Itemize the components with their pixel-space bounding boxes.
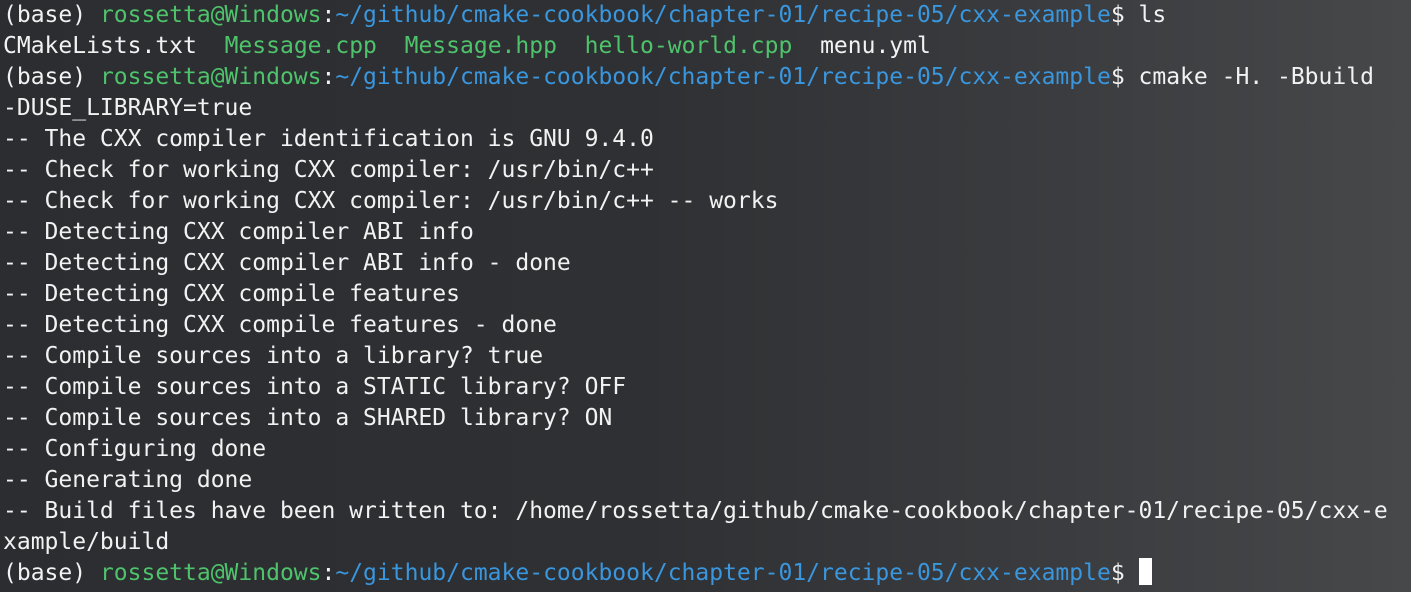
output-line: -- Check for working CXX compiler: /usr/… [3, 157, 654, 183]
prompt-colon: : [321, 64, 336, 90]
user-host: rossetta@Windows [99, 560, 322, 586]
prompt-dollar: $ [1110, 64, 1139, 90]
output-line: -- Compile sources into a SHARED library… [3, 405, 613, 431]
command-text: ls [1138, 2, 1167, 28]
file-entry: Message.cpp [224, 33, 377, 59]
output-line: -- Detecting CXX compile features - done [3, 312, 557, 338]
output-line: -- Build files have been written to: /ho… [3, 498, 1388, 524]
text-cursor[interactable] [1138, 558, 1152, 585]
prompt-colon: : [321, 2, 336, 28]
file-entry: hello-world.cpp [584, 33, 793, 59]
file-entry: Message.hpp [404, 33, 557, 59]
ls-output-line: CMakeLists.txt Message.cpp Message.hpp h… [3, 31, 1408, 62]
current-directory: ~/github/cmake-cookbook/chapter-01/recip… [335, 560, 1111, 586]
output-line: -- Compile sources into a STATIC library… [3, 374, 627, 400]
conda-env-label: (base) [3, 64, 100, 90]
prompt-dollar: $ [1110, 2, 1139, 28]
output-line: -- The CXX compiler identification is GN… [3, 126, 654, 152]
command-text: cmake -H. -Bbuild [1138, 64, 1374, 90]
terminal-window[interactable]: (base) rossetta@Windows:~/github/cmake-c… [3, 0, 1408, 592]
output-line: -- Generating done [3, 467, 253, 493]
current-directory: ~/github/cmake-cookbook/chapter-01/recip… [335, 2, 1111, 28]
file-entry: menu.yml [820, 33, 931, 59]
output-line: -- Detecting CXX compiler ABI info - don… [3, 250, 571, 276]
file-entry: CMakeLists.txt [3, 33, 197, 59]
output-line: -- Check for working CXX compiler: /usr/… [3, 188, 779, 214]
output-line: -- Detecting CXX compile features [3, 281, 460, 307]
command-continuation: -DUSE_LIBRARY=true [3, 95, 253, 121]
prompt-line: (base) rossetta@Windows:~/github/cmake-c… [3, 62, 1408, 93]
prompt-dollar: $ [1110, 560, 1139, 586]
conda-env-label: (base) [3, 560, 100, 586]
output-line: xample/build [3, 529, 170, 555]
output-line: -- Configuring done [3, 436, 267, 462]
prompt-line: (base) rossetta@Windows:~/github/cmake-c… [3, 0, 1408, 31]
current-directory: ~/github/cmake-cookbook/chapter-01/recip… [335, 64, 1111, 90]
prompt-colon: : [321, 560, 336, 586]
output-line: -- Compile sources into a library? true [3, 343, 544, 369]
active-prompt-line[interactable]: (base) rossetta@Windows:~/github/cmake-c… [3, 558, 1408, 589]
user-host: rossetta@Windows [99, 64, 322, 90]
output-line: -- Detecting CXX compiler ABI info [3, 219, 474, 245]
conda-env-label: (base) [3, 2, 100, 28]
user-host: rossetta@Windows [99, 2, 322, 28]
